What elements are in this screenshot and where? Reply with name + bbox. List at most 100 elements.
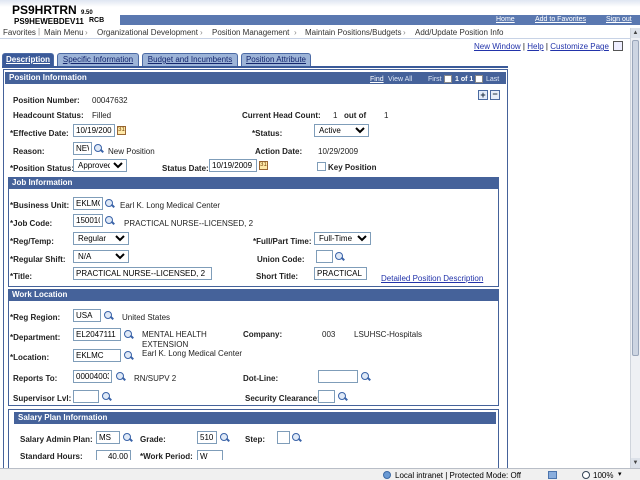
last-label[interactable]: Last (486, 76, 499, 83)
add-to-favorites-link[interactable]: Add to Favorites (535, 16, 586, 23)
page-icon[interactable] (613, 41, 623, 51)
work-location-title: Work Location (12, 290, 68, 299)
reg-temp-select[interactable]: Regular (73, 232, 129, 245)
lookup-icon[interactable] (105, 216, 115, 226)
company-desc: LSUHSC-Hospitals (354, 330, 423, 339)
breadcrumb-add-update[interactable]: Add/Update Position Info (415, 28, 504, 37)
customize-page-link[interactable]: Customize Page (550, 42, 609, 51)
delete-row-icon[interactable]: − (490, 90, 500, 100)
db-name: PS9HEWEBDEV11 (14, 17, 84, 26)
zoom-level[interactable]: 100% (593, 471, 613, 480)
zoom-dropdown-icon[interactable]: ▾ (618, 470, 622, 478)
status-select[interactable]: Active (314, 124, 369, 137)
effective-date-label: *Effective Date: (10, 129, 69, 138)
tab-position-attribute[interactable]: Position Attribute (241, 53, 311, 66)
reg-temp-label: *Reg/Temp: (10, 237, 54, 246)
new-window-link[interactable]: New Window (474, 42, 521, 51)
view-all-link[interactable]: View All (388, 76, 412, 83)
lookup-icon[interactable] (292, 433, 302, 443)
regular-shift-select[interactable]: N/A (73, 250, 129, 263)
detailed-position-description-link[interactable]: Detailed Position Description (381, 274, 483, 283)
standard-hours-field[interactable] (96, 450, 131, 460)
first-arrow-icon[interactable] (444, 75, 452, 83)
scroll-down-arrow-icon[interactable]: ▼ (631, 458, 640, 468)
action-date-label: Action Date: (255, 147, 303, 156)
security-clearance-field[interactable] (318, 390, 335, 403)
tab-specific-information[interactable]: Specific Information (57, 53, 139, 66)
max-head-count-value: 1 (384, 111, 389, 120)
chevron-right-icon: › (200, 28, 203, 37)
work-period-field[interactable] (197, 450, 223, 460)
lookup-icon[interactable] (361, 372, 371, 382)
calendar-icon[interactable]: 31 (259, 161, 268, 170)
business-unit-field[interactable] (73, 197, 103, 210)
breadcrumb: Favorites | Main Menu › Organizational D… (0, 27, 640, 38)
lookup-icon[interactable] (102, 392, 112, 402)
reports-to-field[interactable] (73, 370, 112, 383)
reason-field[interactable] (73, 142, 92, 155)
lookup-icon[interactable] (124, 330, 134, 340)
position-status-select[interactable]: Approved (73, 159, 127, 172)
status-date-field[interactable] (209, 159, 257, 172)
title-label: *Title: (10, 272, 33, 281)
breadcrumb-main-menu[interactable]: Main Menu (44, 28, 84, 37)
salary-admin-plan-field[interactable] (96, 431, 120, 444)
first-label[interactable]: First (428, 76, 442, 83)
reg-region-label: *Reg Region: (10, 313, 61, 322)
breadcrumb-position-mgmt[interactable]: Position Management (212, 28, 289, 37)
full-part-select[interactable]: Full-Time (314, 232, 371, 245)
zoom-icon[interactable] (582, 471, 590, 479)
grade-field[interactable] (197, 431, 217, 444)
key-position-checkbox[interactable] (317, 162, 326, 171)
effective-date-field[interactable] (73, 124, 115, 137)
help-link[interactable]: Help (527, 42, 543, 51)
add-row-icon[interactable]: + (478, 90, 488, 100)
breadcrumb-maintain-positions[interactable]: Maintain Positions/Budgets (305, 28, 402, 37)
breadcrumb-org-dev[interactable]: Organizational Development (97, 28, 198, 37)
tab-description[interactable]: Description (2, 53, 54, 66)
lookup-icon[interactable] (338, 392, 348, 402)
key-position-label: Key Position (328, 163, 377, 172)
step-field[interactable] (277, 431, 290, 444)
lookup-icon[interactable] (116, 372, 126, 382)
home-link[interactable]: Home (496, 16, 515, 23)
dot-line-field[interactable] (318, 370, 358, 383)
short-title-label: Short Title: (256, 272, 299, 281)
lookup-icon[interactable] (123, 433, 133, 443)
find-link[interactable]: Find (370, 76, 384, 83)
lookup-icon[interactable] (335, 252, 345, 262)
reports-to-desc: RN/SUPV 2 (134, 374, 177, 383)
lookup-icon[interactable] (220, 433, 230, 443)
last-arrow-icon[interactable] (475, 75, 483, 83)
position-number-value: 00047632 (92, 96, 128, 105)
sign-out-link[interactable]: Sign out (606, 16, 632, 23)
lookup-icon[interactable] (94, 144, 104, 154)
breadcrumb-favorites[interactable]: Favorites (3, 28, 36, 37)
scroll-up-arrow-icon[interactable]: ▲ (631, 28, 640, 38)
vertical-scrollbar[interactable]: ▲ ▼ (630, 28, 640, 468)
reports-to-label: Reports To: (13, 374, 58, 383)
reason-label: Reason: (13, 147, 45, 156)
salary-plan-header: Salary Plan Information (14, 412, 496, 424)
top-stripe (0, 0, 640, 7)
department-field[interactable] (73, 328, 121, 341)
title-field[interactable] (73, 267, 212, 280)
lookup-icon[interactable] (124, 351, 134, 361)
job-code-field[interactable] (73, 214, 103, 227)
out-of-label: out of (344, 111, 367, 120)
business-unit-desc: Earl K. Long Medical Center (120, 201, 221, 210)
location-field[interactable] (73, 349, 121, 362)
reason-desc: New Position (108, 147, 155, 156)
short-title-field[interactable] (314, 267, 367, 280)
supervisor-lvl-field[interactable] (73, 390, 99, 403)
current-head-count-value: 1 (333, 111, 338, 120)
scroll-thumb[interactable] (632, 40, 639, 356)
union-code-field[interactable] (316, 250, 333, 263)
calendar-icon[interactable]: 31 (117, 126, 126, 135)
regular-shift-label: *Regular Shift: (10, 255, 66, 264)
lookup-icon[interactable] (105, 199, 115, 209)
system-name: PS9HRTRN (12, 3, 77, 17)
tab-budget-and-incumbents[interactable]: Budget and Incumbents (142, 53, 238, 66)
lookup-icon[interactable] (104, 311, 114, 321)
reg-region-field[interactable] (73, 309, 101, 322)
